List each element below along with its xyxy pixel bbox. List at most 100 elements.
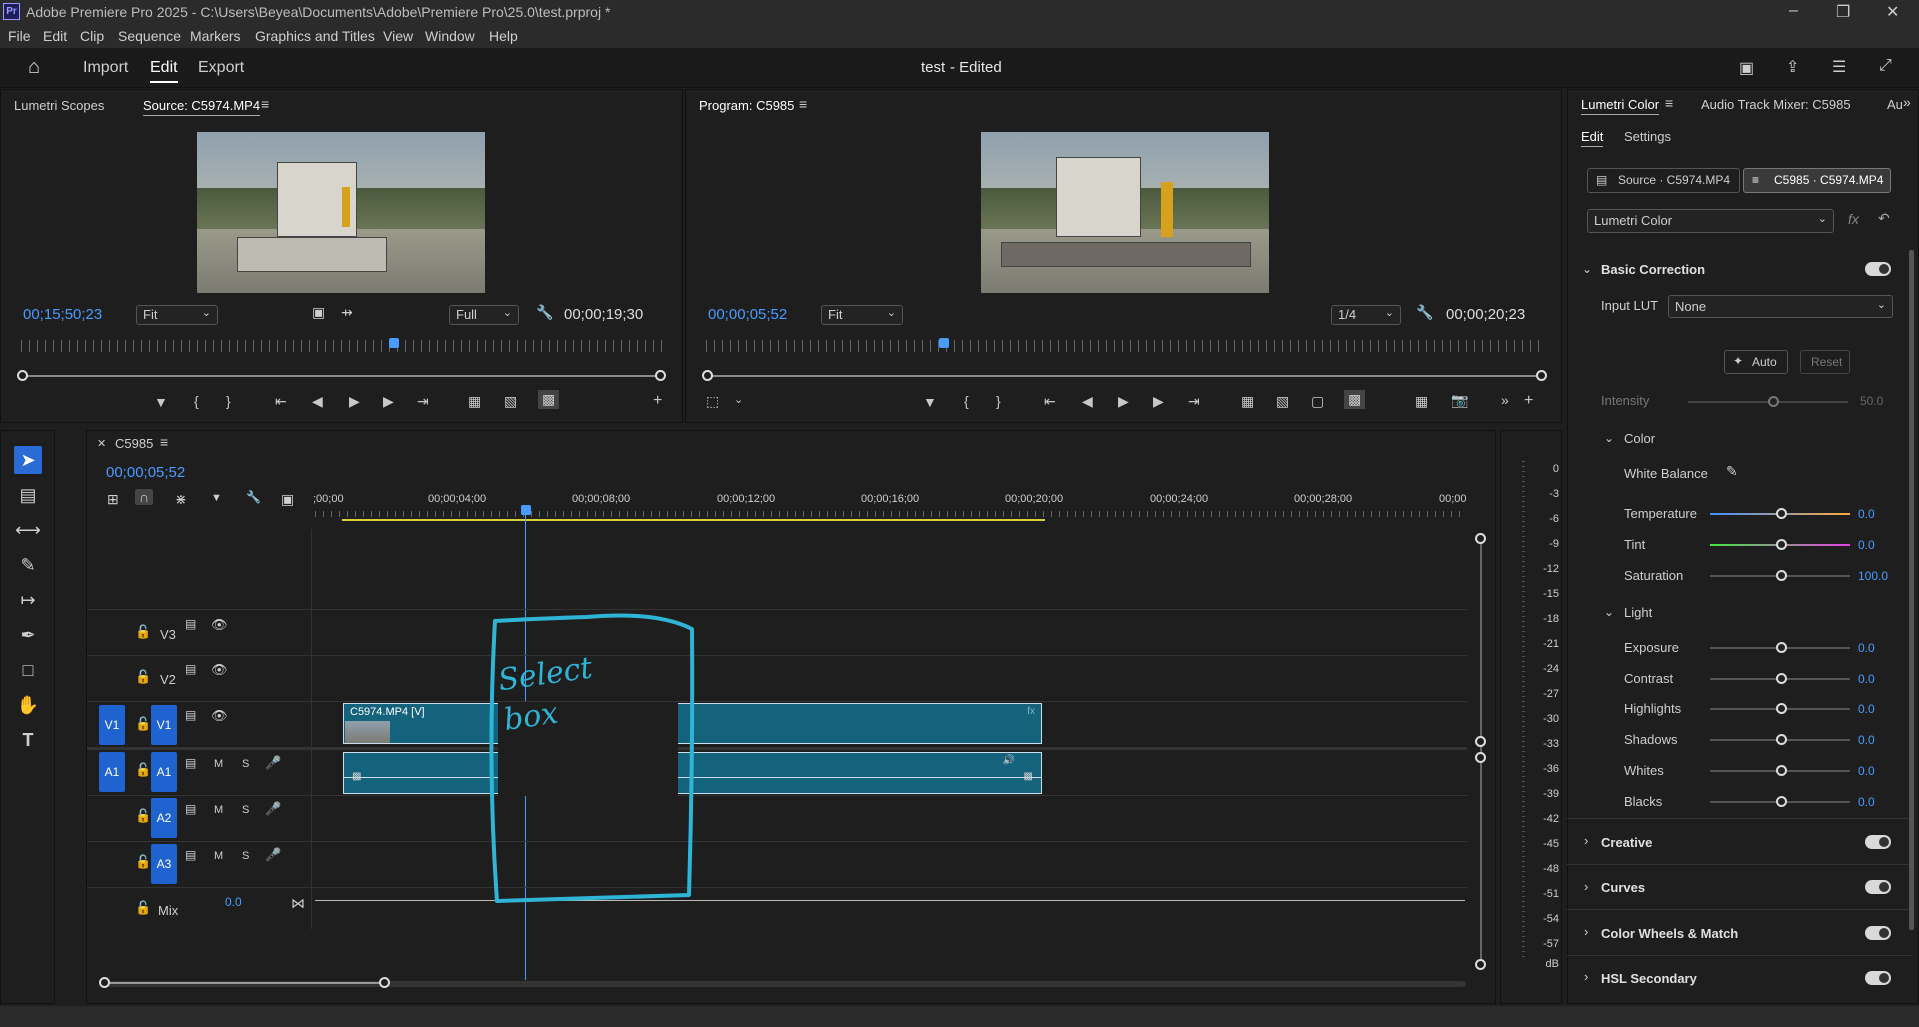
intensity-value[interactable]: 50.0 bbox=[1860, 394, 1883, 408]
source-patch-a1[interactable]: A1 bbox=[99, 752, 125, 792]
close-icon[interactable]: ✕ bbox=[1886, 2, 1899, 22]
source-fit-dropdown[interactable]: Fit ⌄ bbox=[136, 305, 218, 325]
rectangle-tool-icon[interactable]: □ bbox=[14, 656, 42, 684]
contrast-slider[interactable] bbox=[1710, 673, 1850, 684]
mix-lock-icon[interactable]: 🔓 bbox=[135, 900, 151, 916]
vscroll-bottom-handle[interactable] bbox=[1475, 959, 1486, 970]
v2-lock-icon[interactable]: 🔓 bbox=[135, 669, 151, 685]
timeline-playhead[interactable] bbox=[521, 505, 531, 515]
a2-mic-icon[interactable]: 🎤 bbox=[265, 801, 281, 817]
step-back-icon[interactable]: ◀ bbox=[312, 393, 323, 410]
a3-sync-icon[interactable]: ▤ bbox=[185, 848, 196, 862]
saturation-slider[interactable] bbox=[1710, 570, 1850, 581]
color-chevron-icon[interactable]: ⌄ bbox=[1604, 431, 1614, 445]
linked-selection-icon[interactable]: ⋇ bbox=[175, 491, 187, 508]
curves-chevron-icon[interactable]: › bbox=[1584, 879, 1588, 894]
tab-au[interactable]: Au bbox=[1887, 97, 1903, 112]
hscroll-left-handle[interactable] bbox=[99, 977, 110, 988]
vr-video-icon[interactable]: ▩ bbox=[1344, 390, 1366, 409]
tab-lumetri-scopes[interactable]: Lumetri Scopes bbox=[14, 98, 104, 113]
light-chevron-icon[interactable]: ⌄ bbox=[1604, 605, 1614, 619]
lumetri-edit-tab[interactable]: Edit bbox=[1581, 129, 1604, 147]
a3-lock-icon[interactable]: 🔓 bbox=[135, 854, 151, 870]
wheels-chevron-icon[interactable]: › bbox=[1584, 924, 1588, 939]
pen-tool-icon[interactable]: ✒ bbox=[14, 621, 42, 649]
extract-icon[interactable]: ▧ bbox=[1276, 393, 1289, 410]
program-go-to-in-icon[interactable]: ⇤ bbox=[1044, 393, 1056, 410]
v1-eye-icon[interactable]: 👁 bbox=[211, 708, 228, 724]
edit-tab[interactable]: Edit bbox=[150, 59, 178, 83]
basic-correction-chevron-icon[interactable]: ⌄ bbox=[1582, 262, 1592, 276]
a3-mic-icon[interactable]: 🎤 bbox=[265, 847, 281, 863]
more-icon[interactable]: » bbox=[1501, 392, 1509, 408]
source-settings-wrench-icon[interactable]: 🔧 bbox=[536, 304, 553, 321]
a3-solo[interactable]: S bbox=[242, 850, 249, 862]
mix-value[interactable]: 0.0 bbox=[225, 895, 242, 909]
saturation-value[interactable]: 100.0 bbox=[1858, 569, 1888, 583]
light-section-label[interactable]: Light bbox=[1624, 605, 1652, 620]
more-tabs-icon[interactable]: » bbox=[1903, 94, 1911, 110]
a1-mic-icon[interactable]: 🎤 bbox=[265, 755, 281, 771]
sequence-clip-button[interactable]: ≡ C5985 · C5974.MP4 bbox=[1743, 168, 1891, 193]
program-panel-menu-icon[interactable]: ≡ bbox=[799, 96, 807, 112]
audio-keyframe-right-icon[interactable]: ▩ bbox=[1024, 771, 1033, 782]
blacks-value[interactable]: 0.0 bbox=[1858, 795, 1875, 809]
minimize-icon[interactable]: – bbox=[1789, 2, 1798, 20]
source-time-ruler[interactable] bbox=[21, 340, 665, 352]
temperature-value[interactable]: 0.0 bbox=[1858, 507, 1875, 521]
program-timecode[interactable]: 00;00;05;52 bbox=[708, 306, 787, 323]
source-zoom-end-handle[interactable] bbox=[655, 370, 666, 381]
tab-program[interactable]: Program: C5985 bbox=[699, 98, 794, 113]
fullscreen-icon[interactable]: ⤢ bbox=[1879, 57, 1892, 75]
panel-menu-icon[interactable]: ≡ bbox=[261, 96, 269, 112]
tint-value[interactable]: 0.0 bbox=[1858, 538, 1875, 552]
track-target-a1[interactable]: A1 bbox=[151, 752, 177, 792]
v3-lock-icon[interactable]: 🔓 bbox=[135, 624, 151, 640]
program-play-icon[interactable]: ▶ bbox=[1118, 393, 1129, 410]
snap-icon[interactable]: ∩ bbox=[135, 489, 154, 505]
mix-bowtie-icon[interactable]: ⋈ bbox=[291, 895, 305, 912]
track-target-v1[interactable]: V1 bbox=[151, 705, 177, 745]
camera-icon[interactable]: 📷 bbox=[1451, 392, 1468, 409]
program-playhead[interactable] bbox=[939, 338, 949, 348]
tab-lumetri-color[interactable]: Lumetri Color bbox=[1581, 97, 1660, 115]
v2-eye-icon[interactable]: 👁 bbox=[211, 662, 228, 678]
reset-effect-icon[interactable]: ↶ bbox=[1878, 210, 1890, 227]
hscroll-thumb[interactable] bbox=[105, 982, 389, 984]
menu-clip[interactable]: Clip bbox=[80, 28, 104, 44]
program-settings-wrench-icon[interactable]: 🔧 bbox=[1416, 304, 1433, 321]
selection-tool-icon[interactable]: ➤ bbox=[14, 446, 42, 474]
auto-button[interactable]: ✦ Auto bbox=[1724, 350, 1788, 374]
shadows-slider[interactable] bbox=[1710, 734, 1850, 745]
v2-sync-icon[interactable]: ▤ bbox=[185, 662, 196, 676]
vscroll-mid-handle-2[interactable] bbox=[1475, 752, 1486, 763]
mark-in-icon[interactable]: { bbox=[194, 393, 199, 409]
creative-toggle[interactable] bbox=[1865, 835, 1891, 849]
mark-out-icon[interactable]: } bbox=[226, 393, 231, 409]
program-step-back-icon[interactable]: ◀ bbox=[1082, 393, 1093, 410]
hsl-secondary-toggle[interactable] bbox=[1865, 971, 1891, 985]
drag-video-icon[interactable]: ⇸ bbox=[341, 304, 353, 321]
curves-header[interactable]: Curves bbox=[1601, 880, 1645, 895]
program-mark-out-icon[interactable]: } bbox=[996, 393, 1001, 409]
program-fit-dropdown[interactable]: Fit ⌄ bbox=[821, 305, 903, 325]
captions-icon[interactable]: ▣ bbox=[281, 491, 294, 508]
a1-mute[interactable]: M bbox=[214, 758, 223, 770]
menu-file[interactable]: File bbox=[8, 28, 31, 44]
source-quality-dropdown[interactable]: Full ⌄ bbox=[449, 305, 519, 325]
v1-lock-icon[interactable]: 🔓 bbox=[135, 716, 151, 732]
a2-lock-icon[interactable]: 🔓 bbox=[135, 808, 151, 824]
source-clip-button[interactable]: ▤ Source · C5974.MP4 bbox=[1587, 168, 1740, 193]
creative-chevron-icon[interactable]: › bbox=[1584, 833, 1588, 848]
hand-tool-icon[interactable]: ✋ bbox=[14, 691, 42, 719]
program-add-button-icon[interactable]: + bbox=[1524, 392, 1533, 410]
basic-correction-toggle[interactable] bbox=[1865, 262, 1891, 276]
hsl-chevron-icon[interactable]: › bbox=[1584, 969, 1588, 984]
program-add-marker-icon[interactable]: ▼ bbox=[923, 394, 937, 410]
work-area-bar[interactable] bbox=[342, 519, 1045, 521]
v3-sync-icon[interactable]: ▤ bbox=[185, 617, 196, 631]
contrast-value[interactable]: 0.0 bbox=[1858, 672, 1875, 686]
menu-window[interactable]: Window bbox=[425, 28, 475, 44]
lumetri-menu-icon[interactable]: ≡ bbox=[1665, 95, 1673, 111]
shadows-value[interactable]: 0.0 bbox=[1858, 733, 1875, 747]
